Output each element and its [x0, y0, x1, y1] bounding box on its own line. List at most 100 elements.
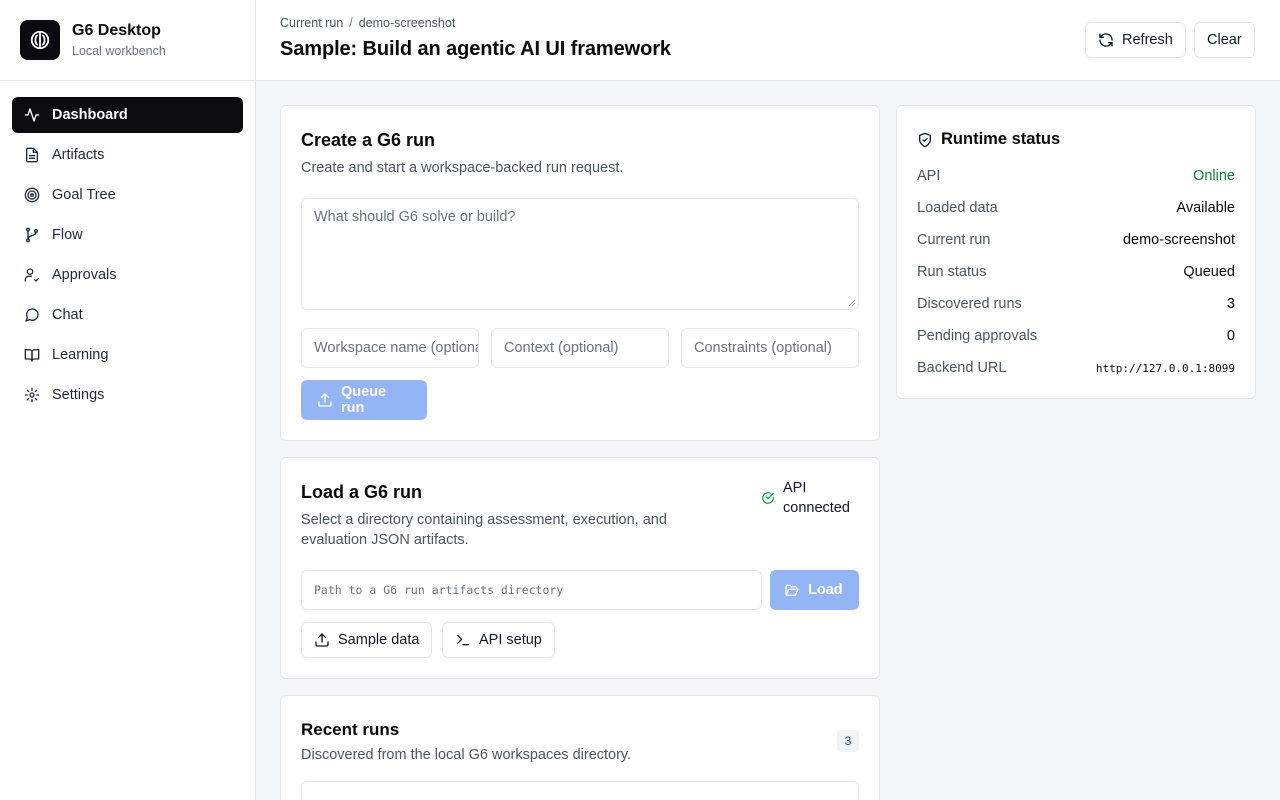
recent-runs-card: Recent runs Discovered from the local G6…	[280, 695, 880, 800]
runtime-status-list: API Online Loaded data Available Current…	[917, 160, 1235, 384]
context-input[interactable]: Context (optional)	[491, 328, 669, 368]
target-icon	[24, 187, 40, 203]
status-value-backend-url: http://127.0.0.1:8099	[1095, 361, 1235, 375]
message-circle-icon	[24, 307, 40, 323]
sidebar-item-label: Dashboard	[52, 107, 128, 123]
sidebar-item-settings[interactable]: Settings	[12, 377, 243, 413]
load-run-title: Load a G6 run	[301, 482, 423, 502]
user-check-icon	[24, 267, 40, 283]
shield-check-icon	[917, 132, 933, 148]
run-prompt-placeholder: What should G6 solve or build?	[314, 209, 516, 225]
recent-runs-count-badge: 3	[837, 730, 859, 752]
status-key: Current run	[917, 232, 991, 248]
api-connection-status: API connected	[761, 478, 850, 518]
sidebar-item-goal-tree[interactable]: Goal Tree	[12, 177, 243, 213]
status-row-run-status: Run status Queued	[917, 256, 1235, 288]
upload-icon	[317, 392, 333, 408]
status-key: API	[917, 168, 941, 184]
sample-data-label: Sample data	[338, 632, 420, 648]
status-key: Pending approvals	[917, 328, 1038, 344]
breadcrumb-separator: /	[349, 16, 353, 30]
sidebar-item-flow[interactable]: Flow	[12, 217, 243, 253]
status-value: 3	[1226, 296, 1235, 312]
refresh-button[interactable]: Refresh	[1085, 22, 1186, 58]
sidebar-item-label: Approvals	[52, 267, 117, 283]
app-subtitle: Local workbench	[72, 43, 166, 58]
refresh-button-label: Refresh	[1122, 32, 1173, 48]
status-row-current-run: Current run demo-screenshot	[917, 224, 1235, 256]
refresh-icon	[1098, 32, 1114, 48]
activity-icon	[24, 107, 40, 123]
app-title: G6 Desktop	[72, 21, 161, 39]
runtime-status-title: Runtime status	[941, 130, 1061, 148]
sample-data-button[interactable]: Sample data	[301, 622, 433, 658]
brand: G6 Desktop Local workbench	[0, 0, 255, 81]
sidebar-item-label: Artifacts	[52, 147, 105, 163]
create-run-card: Create a G6 run Create and start a works…	[280, 105, 880, 441]
resize-handle-icon[interactable]	[848, 299, 856, 307]
run-prompt-textarea[interactable]: What should G6 solve or build?	[301, 198, 859, 310]
sidebar: G6 Desktop Local workbench Dashboard Art…	[0, 0, 256, 800]
folder-open-icon	[784, 582, 800, 598]
api-setup-button[interactable]: API setup	[442, 622, 555, 658]
status-row-discovered-runs: Discovered runs 3	[917, 288, 1235, 320]
recent-runs-title: Recent runs	[301, 720, 400, 739]
status-row-api: API Online	[917, 160, 1235, 192]
file-text-icon	[24, 147, 40, 163]
breadcrumb-item[interactable]: Current run	[280, 16, 343, 30]
load-run-subtitle: Select a directory containing assessment…	[301, 512, 667, 548]
recent-run-row[interactable]	[301, 781, 859, 800]
workspace-name-placeholder: Workspace name (optional)	[314, 340, 479, 356]
load-run-card: Load a G6 run Select a directory contain…	[280, 457, 880, 679]
status-row-loaded-data: Loaded data Available	[917, 192, 1235, 224]
status-value: Queued	[1183, 264, 1235, 280]
sidebar-item-label: Flow	[52, 227, 83, 243]
create-run-subtitle: Create and start a workspace-backed run …	[301, 160, 624, 176]
book-open-icon	[24, 347, 40, 363]
status-key: Backend URL	[917, 360, 1007, 376]
sidebar-nav: Dashboard Artifacts Goal Tree Flow Appro…	[0, 81, 255, 433]
run-path-input[interactable]: Path to a G6 run artifacts directory	[301, 570, 762, 610]
run-path-placeholder: Path to a G6 run artifacts directory	[314, 583, 564, 597]
workspace-name-input[interactable]: Workspace name (optional)	[301, 328, 479, 368]
clear-button[interactable]: Clear	[1194, 22, 1255, 58]
breadcrumb: Current run / demo-screenshot	[280, 16, 455, 30]
terminal-icon	[455, 632, 471, 648]
upload-icon	[314, 632, 330, 648]
sidebar-item-artifacts[interactable]: Artifacts	[12, 137, 243, 173]
app-logo-icon	[20, 20, 60, 60]
status-key: Loaded data	[917, 200, 998, 216]
sidebar-item-chat[interactable]: Chat	[12, 297, 243, 333]
sidebar-item-label: Settings	[52, 387, 105, 403]
status-value: Available	[1176, 200, 1235, 216]
api-setup-label: API setup	[479, 632, 542, 648]
sidebar-item-dashboard[interactable]: Dashboard	[12, 97, 243, 133]
status-value: 0	[1226, 328, 1235, 344]
create-run-title: Create a G6 run	[301, 130, 436, 150]
sidebar-item-approvals[interactable]: Approvals	[12, 257, 243, 293]
api-status-line: API	[783, 480, 807, 496]
status-key: Run status	[917, 264, 987, 280]
context-placeholder: Context (optional)	[504, 340, 619, 356]
load-label: Load	[808, 582, 843, 598]
clear-button-label: Clear	[1207, 32, 1242, 48]
sidebar-item-label: Learning	[52, 347, 109, 363]
recent-runs-subtitle: Discovered from the local G6 workspaces …	[301, 747, 632, 763]
queue-run-button[interactable]: Queue run	[301, 380, 427, 420]
git-branch-icon	[24, 227, 40, 243]
check-circle-icon	[761, 491, 775, 505]
constraints-placeholder: Constraints (optional)	[694, 340, 832, 356]
status-value: demo-screenshot	[1122, 232, 1235, 248]
runtime-status-header: Runtime status	[917, 130, 1060, 149]
sidebar-item-learning[interactable]: Learning	[12, 337, 243, 373]
top-header: Current run / demo-screenshot Sample: Buil…	[256, 0, 1280, 81]
constraints-input[interactable]: Constraints (optional)	[681, 328, 859, 368]
sidebar-item-label: Goal Tree	[52, 187, 116, 203]
status-row-pending-approvals: Pending approvals 0	[917, 320, 1235, 352]
status-row-backend-url: Backend URL http://127.0.0.1:8099	[917, 352, 1235, 384]
page-title: Sample: Build an agentic AI UI framework	[280, 38, 671, 60]
status-value-api: Online	[1193, 168, 1235, 184]
load-button[interactable]: Load	[770, 570, 859, 610]
queue-run-label: Queue run	[341, 384, 387, 416]
sidebar-item-label: Chat	[52, 307, 83, 323]
